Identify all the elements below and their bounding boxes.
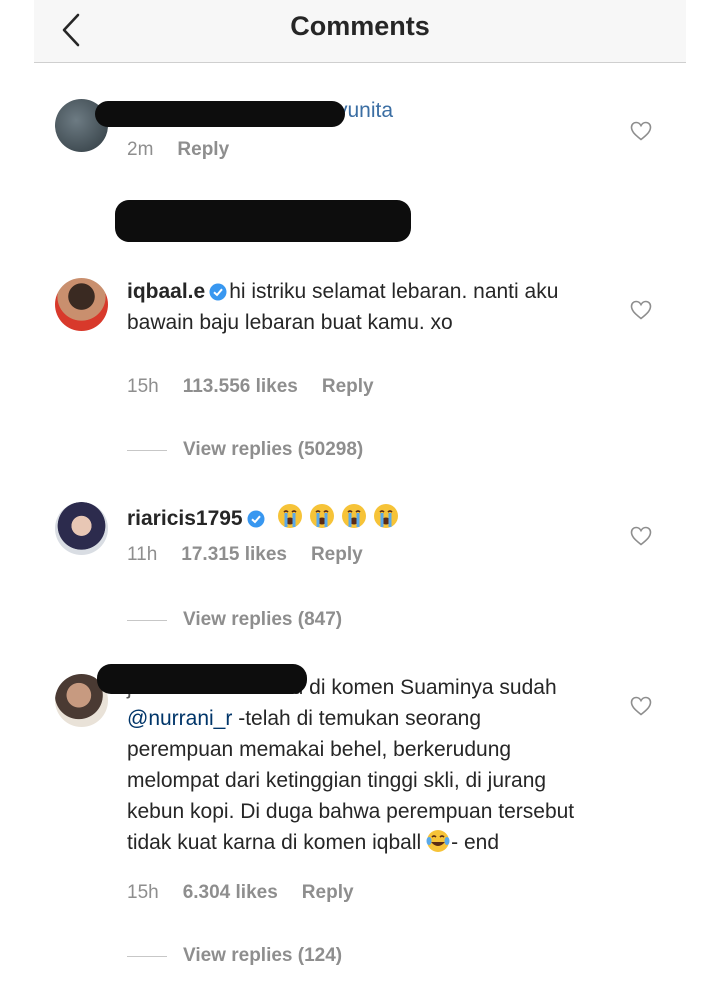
view-replies-button[interactable]: View replies (50298) [127, 439, 363, 461]
crying-face-emoji-icon [374, 504, 399, 528]
redaction-scribble [95, 101, 345, 127]
laughing-tears-emoji-icon [426, 830, 450, 852]
view-replies-button[interactable]: View replies (847) [127, 609, 342, 631]
crying-face-emoji-icon [342, 504, 367, 528]
view-replies-label: View replies (847) [183, 609, 343, 630]
emoji-row [272, 504, 400, 530]
comment-time: 11h [127, 544, 158, 565]
view-replies-label: View replies (50298) [183, 439, 364, 460]
heart-icon[interactable] [629, 119, 653, 143]
verified-badge-icon [209, 283, 227, 301]
comments-header: Comments [34, 0, 686, 63]
avatar[interactable] [55, 502, 108, 555]
comment-meta: 2m Reply [127, 139, 253, 161]
crying-face-emoji-icon [310, 504, 335, 528]
comment-time: 2m [127, 139, 154, 160]
crying-face-emoji-icon [278, 504, 303, 528]
comment-meta: 15h 6.304 likes Reply [127, 882, 378, 904]
reply-button[interactable]: Reply [322, 376, 374, 397]
comment-body: Huu di komen Suaminya sudah [264, 676, 557, 699]
comment-text: riaricis1795 [127, 502, 587, 534]
comment-meta: 15h 113.556 likes Reply [127, 376, 398, 398]
divider-line [127, 955, 167, 957]
comment-username[interactable]: riaricis1795 [127, 507, 243, 530]
comment-text: johanmoula19 Huu di komen Suaminya sudah… [127, 672, 587, 858]
heart-icon[interactable] [629, 524, 653, 548]
likes-count[interactable]: 6.304 likes [183, 882, 278, 903]
divider-line [127, 619, 167, 621]
page-title: Comments [290, 11, 430, 41]
comment-text: iqbaal.e hi istriku selamat lebaran. nant… [127, 276, 587, 338]
divider-line [127, 449, 167, 451]
heart-icon[interactable] [629, 298, 653, 322]
avatar[interactable] [55, 278, 108, 331]
verified-badge-icon [247, 510, 265, 528]
comment-time: 15h [127, 376, 159, 397]
view-replies-button[interactable]: View replies (124) [127, 945, 342, 967]
redaction-scribble [97, 664, 307, 694]
reply-button[interactable]: Reply [177, 139, 229, 160]
comment-time: 15h [127, 882, 159, 903]
mention-link[interactable]: @nurrani_r [127, 707, 232, 730]
partial-username: yunita [337, 99, 394, 122]
view-replies-label: View replies (124) [183, 945, 343, 966]
comment-username[interactable]: iqbaal.e [127, 280, 205, 303]
reply-button[interactable]: Reply [311, 544, 363, 565]
likes-count[interactable]: 17.315 likes [181, 544, 287, 565]
heart-icon[interactable] [629, 694, 653, 718]
comment-body-end: - end [451, 831, 500, 854]
comment-meta: 11h 17.315 likes Reply [127, 544, 387, 566]
likes-count[interactable]: 113.556 likes [183, 376, 298, 397]
redaction-scribble [115, 200, 411, 242]
reply-button[interactable]: Reply [302, 882, 354, 903]
